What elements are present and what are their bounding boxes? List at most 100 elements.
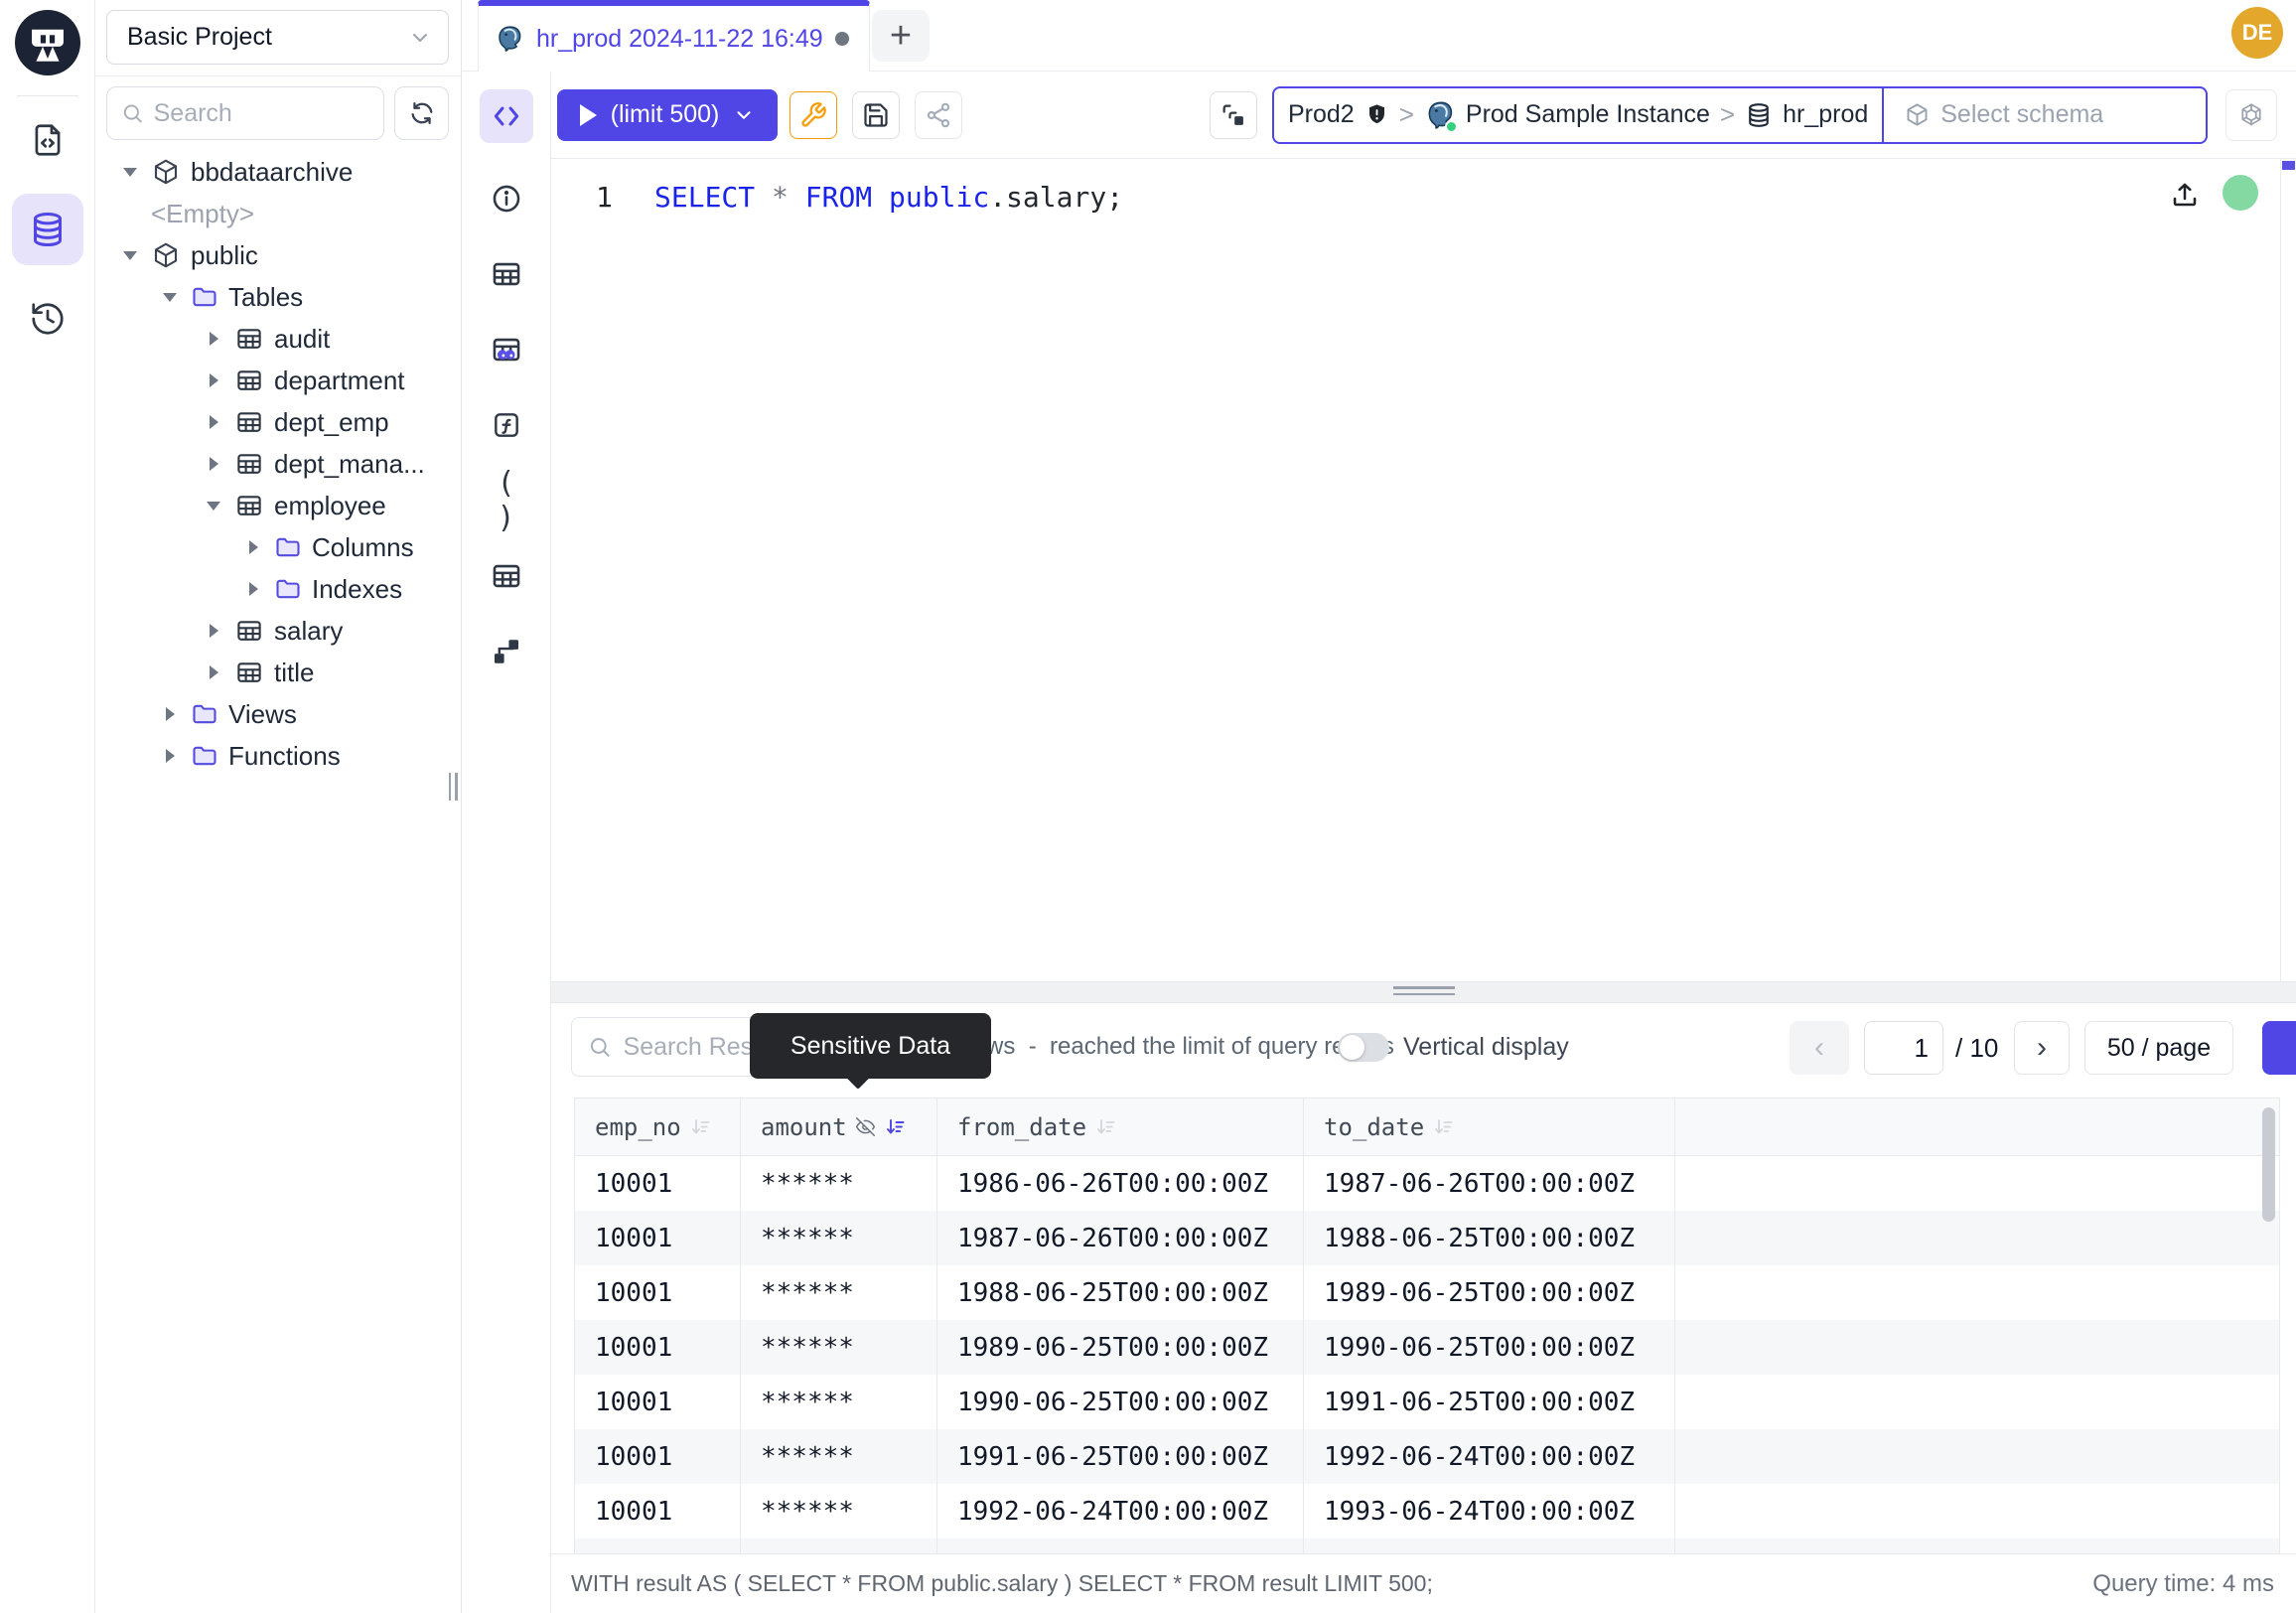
cell[interactable]: 10001 — [575, 1429, 741, 1484]
cell[interactable]: 1988-06-25T00:00:00Z — [937, 1265, 1304, 1320]
cell[interactable]: 1994-06-24T00:00:00Z — [1304, 1539, 1675, 1553]
new-tab-button[interactable]: + — [872, 10, 930, 62]
cell[interactable]: 10001 — [575, 1320, 741, 1375]
tab-hr-prod[interactable]: hr_prod 2024-11-22 16:49 — [478, 0, 870, 72]
sidebar-search[interactable] — [106, 86, 384, 140]
batch-query-button[interactable] — [1210, 91, 1257, 139]
cell[interactable]: 1992-06-24T00:00:00Z — [937, 1484, 1304, 1539]
folder-icon — [191, 700, 218, 728]
tree-item-title[interactable]: title — [95, 652, 461, 693]
page-number-input[interactable] — [1864, 1021, 1943, 1075]
database-segment[interactable]: hr_prod — [1745, 100, 1868, 129]
project-selector[interactable]: Basic Project — [106, 10, 449, 65]
cell[interactable]: 1993-06-24T00:00:00Z — [1304, 1484, 1675, 1539]
cell[interactable]: 1989-06-25T00:00:00Z — [1304, 1265, 1675, 1320]
wrench-icon — [799, 101, 827, 129]
cell[interactable]: 10001 — [575, 1156, 741, 1211]
instance-segment[interactable]: Prod Sample Instance — [1424, 99, 1710, 131]
cell-masked[interactable]: ****** — [741, 1429, 937, 1484]
column-header-emp-no[interactable]: emp_no — [575, 1099, 741, 1155]
cell[interactable]: 1992-06-24T00:00:00Z — [1304, 1429, 1675, 1484]
save-sheet-button[interactable] — [852, 91, 900, 139]
sidebar-resize-handle[interactable] — [447, 773, 459, 803]
tree-item-label: department — [274, 366, 405, 396]
openai-icon — [2236, 100, 2266, 130]
cell[interactable]: 10001 — [575, 1539, 741, 1553]
tree-item-salary[interactable]: salary — [95, 610, 461, 652]
tables-panel-button[interactable] — [485, 254, 528, 294]
worksheet-nav-button[interactable] — [12, 112, 83, 168]
tree-item-bbdataarchive[interactable]: bbdataarchive — [95, 151, 461, 193]
cell[interactable]: 1987-06-26T00:00:00Z — [1304, 1156, 1675, 1211]
cell[interactable]: 1990-06-25T00:00:00Z — [1304, 1320, 1675, 1375]
cell-masked[interactable]: ****** — [741, 1539, 937, 1553]
cell-masked[interactable]: ****** — [741, 1211, 937, 1265]
tree-item-columns[interactable]: Columns — [95, 526, 461, 568]
functions-panel-button[interactable] — [485, 405, 528, 445]
panel-drag-handle[interactable] — [1393, 986, 1455, 999]
share-sheet-button[interactable] — [915, 91, 962, 139]
tree-item-public[interactable]: public — [95, 234, 461, 276]
cell[interactable]: 10001 — [575, 1265, 741, 1320]
tree-item-label: bbdataarchive — [191, 157, 353, 188]
cell[interactable]: 1991-06-25T00:00:00Z — [937, 1429, 1304, 1484]
external-tables-panel-button[interactable] — [485, 556, 528, 596]
cell-masked[interactable]: ****** — [741, 1375, 937, 1429]
tree-item-department[interactable]: department — [95, 360, 461, 401]
schema-diagram-button[interactable] — [485, 632, 528, 671]
upload-sql-button[interactable] — [2169, 179, 2201, 211]
caret-down-icon — [119, 168, 141, 177]
masked-tables-panel-button[interactable] — [485, 330, 528, 369]
cell[interactable]: 1989-06-25T00:00:00Z — [937, 1320, 1304, 1375]
cell-masked[interactable]: ****** — [741, 1265, 937, 1320]
column-header-amount[interactable]: amount — [741, 1099, 937, 1155]
column-header-to-date[interactable]: to_date — [1304, 1099, 1675, 1155]
sql-editor[interactable]: 1 SELECT * FROM public.salary; — [551, 159, 2296, 981]
caret-right-icon — [159, 749, 181, 763]
tree-item-views[interactable]: Views — [95, 693, 461, 735]
sidebar-search-input[interactable] — [154, 99, 369, 128]
vertical-display-toggle[interactable] — [1338, 1033, 1389, 1062]
next-page-button[interactable]: › — [2014, 1021, 2070, 1075]
sql-editor-mode-button[interactable] — [480, 89, 533, 143]
previous-page-button[interactable]: ‹ — [1790, 1021, 1849, 1075]
procedures-panel-button[interactable]: ( ) — [485, 481, 528, 520]
tree-item-dept-manager[interactable]: dept_mana... — [95, 443, 461, 485]
refresh-schema-button[interactable] — [394, 86, 449, 140]
tree-item-tables[interactable]: Tables — [95, 276, 461, 318]
run-query-button[interactable]: (limit 500) — [557, 89, 778, 141]
tree-item-audit[interactable]: audit — [95, 318, 461, 360]
cell[interactable]: 10001 — [575, 1484, 741, 1539]
page-size-select[interactable]: 50 / page — [2084, 1021, 2233, 1075]
cell-masked[interactable]: ****** — [741, 1484, 937, 1539]
database-nav-button[interactable] — [12, 194, 83, 265]
unsaved-indicator-dot — [835, 32, 849, 46]
cell[interactable]: 1988-06-25T00:00:00Z — [1304, 1211, 1675, 1265]
export-button-partial[interactable] — [2262, 1021, 2296, 1075]
select-schema-button[interactable]: Select schema — [1884, 100, 2123, 129]
tree-item-dept-emp[interactable]: dept_emp — [95, 401, 461, 443]
postgresql-icon — [495, 24, 524, 54]
tree-item-employee[interactable]: employee — [95, 485, 461, 526]
environment-segment[interactable]: Prod2 — [1288, 100, 1389, 129]
cell[interactable]: 1991-06-25T00:00:00Z — [1304, 1375, 1675, 1429]
history-nav-button[interactable] — [12, 291, 83, 347]
column-header-from-date[interactable]: from_date — [937, 1099, 1304, 1155]
admin-wrench-button[interactable] — [789, 91, 837, 139]
cell[interactable]: 1987-06-26T00:00:00Z — [937, 1211, 1304, 1265]
cell[interactable]: 1993-06-24T00:00:00Z — [937, 1539, 1304, 1553]
results-scrollbar-thumb[interactable] — [2262, 1107, 2275, 1222]
tree-item-functions[interactable]: Functions — [95, 735, 461, 777]
tree-item-indexes[interactable]: Indexes — [95, 568, 461, 610]
ai-assistant-button[interactable] — [2225, 89, 2277, 141]
cell[interactable]: 10001 — [575, 1375, 741, 1429]
info-panel-button[interactable] — [485, 179, 528, 219]
panel-divider[interactable] — [551, 981, 2296, 1003]
cell[interactable]: 1986-06-26T00:00:00Z — [937, 1156, 1304, 1211]
cell-masked[interactable]: ****** — [741, 1320, 937, 1375]
cell[interactable]: 1990-06-25T00:00:00Z — [937, 1375, 1304, 1429]
user-avatar[interactable]: DE — [2231, 7, 2283, 59]
cell-masked[interactable]: ****** — [741, 1156, 937, 1211]
editor-scrollbar[interactable] — [2280, 159, 2296, 981]
cell[interactable]: 10001 — [575, 1211, 741, 1265]
